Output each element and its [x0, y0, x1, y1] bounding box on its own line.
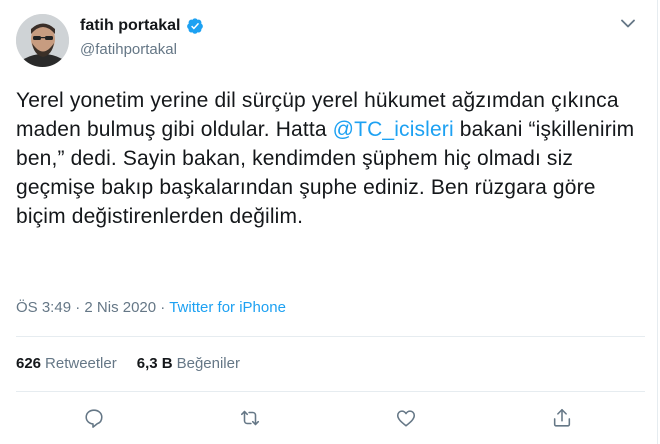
- avatar[interactable]: [16, 14, 69, 67]
- likes-label: Beğeniler: [176, 355, 240, 372]
- meta-separator: ·: [160, 299, 166, 316]
- reply-icon[interactable]: [81, 405, 107, 431]
- author-name[interactable]: fatih portakal: [80, 16, 180, 36]
- tweet-time[interactable]: ÖS 3:49: [16, 299, 71, 316]
- divider: [16, 336, 645, 337]
- share-icon[interactable]: [549, 405, 575, 431]
- tweet-date[interactable]: 2 Nis 2020: [84, 299, 156, 316]
- retweets-count: 626: [16, 355, 42, 372]
- chevron-down-icon[interactable]: [619, 14, 637, 32]
- retweet-icon[interactable]: [237, 405, 263, 431]
- author-name-row: fatih portakal: [80, 16, 204, 36]
- tweet-source-link[interactable]: Twitter for iPhone: [169, 299, 286, 316]
- verified-badge-icon: [186, 17, 204, 35]
- meta-separator: ·: [75, 299, 81, 316]
- likes-stat[interactable]: 6,3 B Beğeniler: [137, 354, 240, 374]
- tweet-stats: 626 Retweetler 6,3 B Beğeniler: [16, 354, 240, 374]
- author-handle[interactable]: @fatihportakal: [80, 40, 204, 60]
- tweet-card: fatih portakal @fatihportakal Yerel yone…: [0, 0, 658, 444]
- retweets-stat[interactable]: 626 Retweetler: [16, 354, 117, 374]
- likes-count: 6,3 B: [136, 355, 173, 372]
- avatar-image: [16, 14, 69, 67]
- mention-link[interactable]: @TC_icisleri: [333, 118, 454, 141]
- tweet-text: Yerel yonetim yerine dil sürçüp yerel hü…: [16, 86, 646, 231]
- retweets-label: Retweetler: [45, 355, 117, 372]
- tweet-actions: [0, 405, 658, 431]
- like-icon[interactable]: [393, 405, 419, 431]
- tweet-meta: ÖS 3:49 · 2 Nis 2020 · Twitter for iPhon…: [16, 298, 286, 318]
- author-block: fatih portakal @fatihportakal: [80, 16, 204, 60]
- divider: [16, 391, 645, 392]
